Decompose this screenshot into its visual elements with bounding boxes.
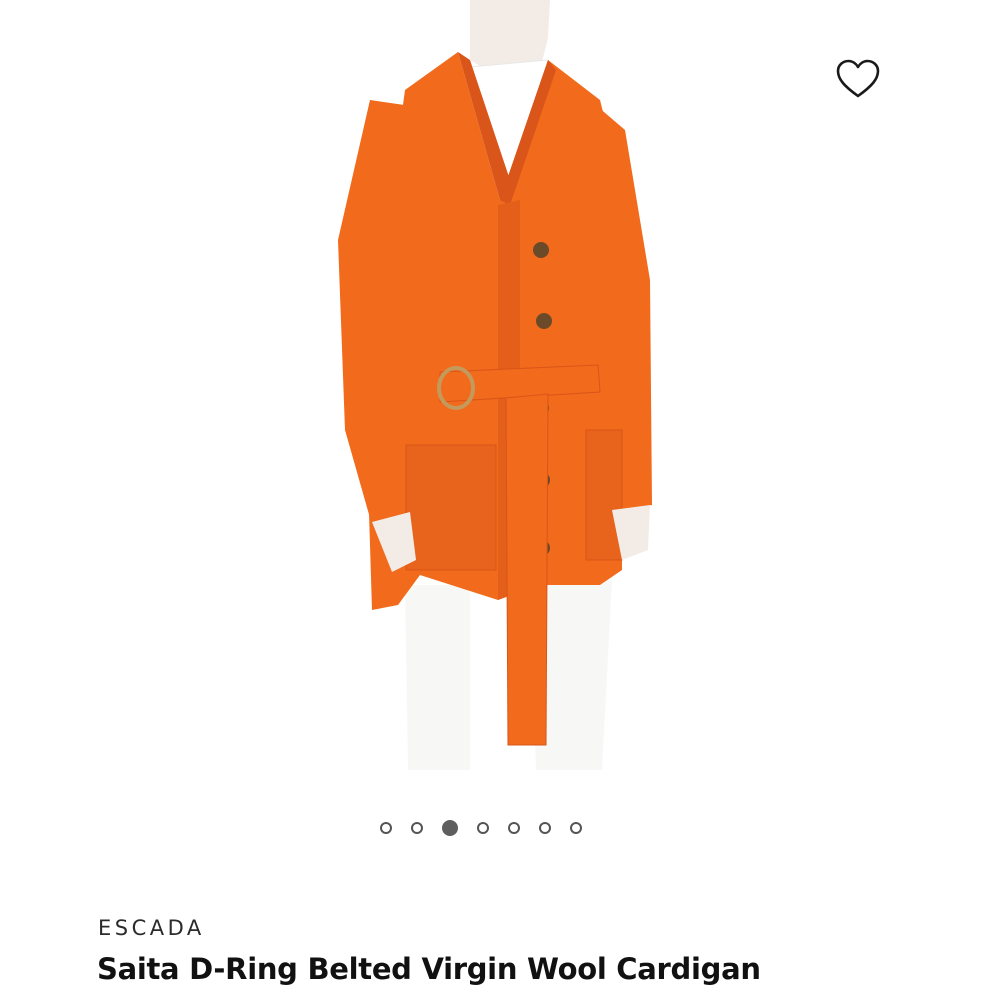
- product-image[interactable]: [0, 0, 1000, 800]
- brand-name[interactable]: ESCADA: [98, 916, 205, 940]
- product-page: ESCADA Saita D-Ring Belted Virgin Wool C…: [0, 0, 1000, 1000]
- carousel-dot-4[interactable]: [477, 822, 489, 834]
- carousel-dot-3-active[interactable]: [442, 820, 458, 836]
- carousel-dot-1[interactable]: [380, 822, 392, 834]
- product-photo: [0, 0, 1000, 800]
- carousel-dot-7[interactable]: [570, 822, 582, 834]
- carousel-dot-5[interactable]: [508, 822, 520, 834]
- image-carousel-dots: [380, 818, 620, 838]
- carousel-dot-2[interactable]: [411, 822, 423, 834]
- favorite-button[interactable]: [830, 52, 886, 106]
- product-title: Saita D-Ring Belted Virgin Wool Cardigan: [97, 952, 761, 986]
- carousel-dot-6[interactable]: [539, 822, 551, 834]
- heart-outline-icon: [836, 59, 880, 98]
